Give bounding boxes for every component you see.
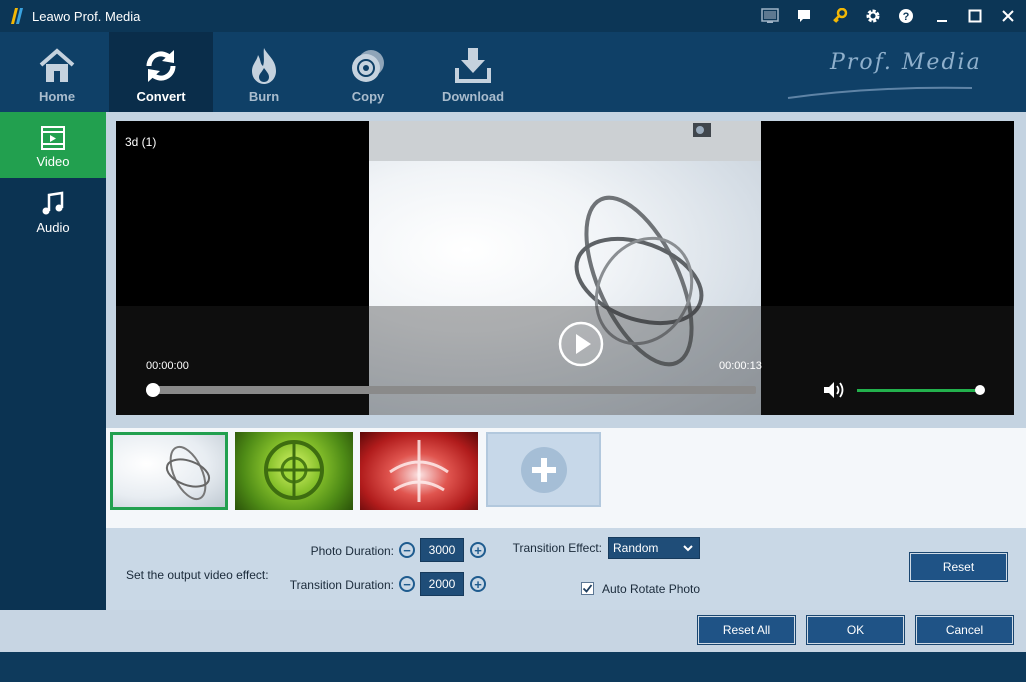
main-panel: 3d (1) 00:00:00 00:00:13 Set the output … (106, 112, 1026, 610)
video-icon (39, 124, 67, 152)
window-title: Leawo Prof. Media (32, 9, 141, 24)
nav-burn[interactable]: Burn (212, 32, 316, 112)
volume-slider[interactable] (857, 389, 981, 392)
music-icon (39, 190, 67, 218)
nav-convert-label: Convert (136, 89, 186, 104)
brand-logo: Prof. Media (830, 50, 982, 75)
home-icon (35, 46, 79, 86)
transition-duration-decrease-button[interactable]: − (399, 576, 415, 592)
brand-swoosh (787, 86, 973, 99)
thumbnail-strip (106, 428, 1026, 528)
transition-effect-label: Transition Effect: (512, 541, 602, 555)
add-photo-button[interactable] (486, 432, 601, 507)
photo-duration-decrease-button[interactable]: − (399, 542, 415, 558)
photo-duration-label: Photo Duration: (310, 544, 394, 558)
thumbnail-3[interactable] (360, 432, 478, 510)
nav-home-label: Home (38, 89, 76, 104)
transition-duration-label: Transition Duration: (289, 578, 394, 592)
player-area: 3d (1) 00:00:00 00:00:13 (106, 112, 1026, 428)
watermark-icon (693, 123, 711, 137)
burn-icon (242, 46, 286, 86)
status-bar (0, 652, 1026, 682)
nav-download-label: Download (441, 89, 505, 104)
nav-home[interactable]: Home (5, 32, 109, 112)
convert-icon (139, 46, 183, 86)
download-icon (451, 46, 495, 86)
settings-label: Set the output video effect: (126, 568, 269, 582)
video-player[interactable]: 3d (1) 00:00:00 00:00:13 (116, 121, 1014, 415)
chevron-down-icon (683, 545, 693, 552)
nav-download[interactable]: Download (421, 32, 525, 112)
auto-rotate-checkbox[interactable] (581, 582, 594, 595)
plus-icon (520, 446, 567, 493)
reset-all-button[interactable]: Reset All (698, 616, 795, 644)
screen-icon[interactable] (759, 6, 781, 26)
photo-duration-field[interactable]: 3000 (420, 538, 464, 562)
sidebar-item-audio[interactable]: Audio (0, 178, 106, 244)
transition-effect-value: Random (613, 541, 659, 555)
checkmark-icon (582, 584, 593, 593)
help-icon[interactable]: ? (895, 6, 917, 26)
copy-icon (346, 46, 390, 86)
transition-duration-increase-button[interactable]: + (470, 576, 486, 592)
maximize-icon[interactable] (964, 6, 986, 26)
clip-name: 3d (1) (125, 135, 157, 149)
footer-bar: Reset All OK Cancel (0, 610, 1026, 652)
nav-copy-label: Copy (351, 89, 385, 104)
current-time: 00:00:00 (146, 360, 189, 372)
seek-bar[interactable] (150, 386, 756, 394)
sidebar: Video Audio (0, 112, 106, 610)
transition-duration-field[interactable]: 2000 (420, 572, 464, 596)
sidebar-item-label: Video (36, 154, 70, 169)
key-icon[interactable] (829, 6, 851, 26)
minimize-icon[interactable] (931, 6, 953, 26)
title-bar: Leawo Prof. Media ? (0, 0, 1026, 32)
thumbnail-1[interactable] (110, 432, 228, 510)
ok-button[interactable]: OK (807, 616, 904, 644)
cancel-button[interactable]: Cancel (916, 616, 1013, 644)
volume-handle[interactable] (975, 385, 985, 395)
nav-convert[interactable]: Convert (109, 32, 213, 112)
app-logo-icon (11, 8, 23, 24)
main-nav: Home Convert Burn Copy Download Prof. Me… (0, 32, 1026, 112)
play-button[interactable] (558, 321, 604, 367)
svg-text:?: ? (903, 11, 910, 23)
total-time: 00:00:13 (719, 360, 762, 372)
chat-icon[interactable] (793, 6, 815, 26)
nav-burn-label: Burn (248, 89, 280, 104)
transition-effect-select[interactable]: Random (608, 537, 700, 559)
volume-icon[interactable] (822, 380, 846, 400)
sidebar-item-video[interactable]: Video (0, 112, 106, 178)
nav-copy[interactable]: Copy (316, 32, 420, 112)
sidebar-item-label: Audio (36, 220, 70, 235)
reset-button[interactable]: Reset (910, 553, 1007, 581)
thumbnail-2[interactable] (235, 432, 353, 510)
photo-duration-increase-button[interactable]: + (470, 542, 486, 558)
seek-handle[interactable] (146, 383, 160, 397)
auto-rotate-label: Auto Rotate Photo (602, 582, 701, 596)
effect-settings: Set the output video effect: Photo Durat… (106, 528, 1026, 610)
gear-icon[interactable] (862, 6, 884, 26)
close-icon[interactable] (997, 6, 1019, 26)
